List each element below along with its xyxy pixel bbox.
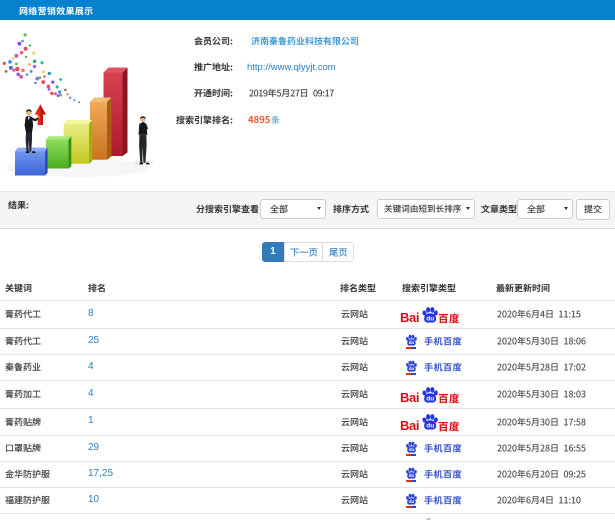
svg-text:du: du: [409, 473, 415, 478]
svg-text:du: du: [426, 315, 434, 322]
svg-text:du: du: [426, 423, 434, 430]
svg-text:du: du: [409, 447, 415, 452]
svg-text:du: du: [409, 366, 415, 371]
svg-text:du: du: [409, 499, 415, 504]
svg-text:du: du: [409, 340, 415, 345]
svg-text:du: du: [426, 395, 434, 402]
